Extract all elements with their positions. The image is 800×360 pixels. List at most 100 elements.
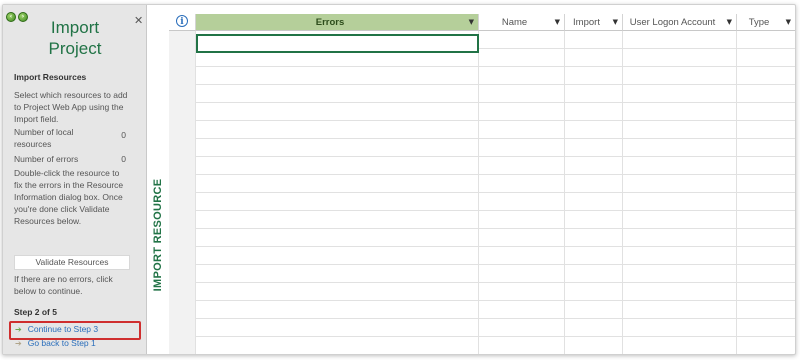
table-cell[interactable] <box>737 175 795 193</box>
table-cell[interactable] <box>196 301 479 319</box>
table-cell[interactable] <box>565 193 623 211</box>
column-header-errors[interactable]: Errors ▼ <box>196 14 479 31</box>
table-cell[interactable] <box>196 121 479 139</box>
table-cell[interactable] <box>565 265 623 283</box>
table-row[interactable] <box>169 139 795 157</box>
table-cell[interactable] <box>623 139 737 157</box>
table-cell[interactable] <box>479 247 565 265</box>
table-cell[interactable] <box>565 67 623 85</box>
table-cell[interactable] <box>737 247 795 265</box>
table-row[interactable] <box>169 193 795 211</box>
dropdown-arrow-icon[interactable]: ▼ <box>613 14 618 31</box>
table-cell[interactable] <box>196 157 479 175</box>
table-cell[interactable] <box>737 265 795 283</box>
table-cell[interactable] <box>479 139 565 157</box>
table-cell[interactable] <box>623 211 737 229</box>
table-cell[interactable] <box>169 49 196 67</box>
table-cell[interactable] <box>623 85 737 103</box>
close-icon[interactable]: ✕ <box>134 14 143 27</box>
continue-step-link[interactable]: ➔ Continue to Step 3 <box>15 324 98 334</box>
table-row[interactable] <box>169 319 795 337</box>
table-cell[interactable] <box>623 247 737 265</box>
table-cell[interactable] <box>737 229 795 247</box>
table-cell[interactable] <box>737 319 795 337</box>
table-row[interactable] <box>169 247 795 265</box>
dropdown-arrow-icon[interactable]: ▼ <box>727 14 732 31</box>
table-cell[interactable] <box>479 121 565 139</box>
table-cell[interactable] <box>623 103 737 121</box>
table-cell[interactable] <box>737 337 795 354</box>
table-cell[interactable] <box>479 157 565 175</box>
table-cell[interactable] <box>565 49 623 67</box>
table-cell[interactable] <box>737 211 795 229</box>
table-cell[interactable] <box>737 31 795 49</box>
table-cell[interactable] <box>565 211 623 229</box>
table-cell[interactable] <box>169 67 196 85</box>
table-cell[interactable] <box>479 67 565 85</box>
table-cell[interactable] <box>479 283 565 301</box>
table-cell[interactable] <box>196 103 479 121</box>
table-row[interactable] <box>169 301 795 319</box>
table-cell[interactable] <box>196 175 479 193</box>
table-row[interactable] <box>169 337 795 354</box>
table-cell[interactable] <box>737 67 795 85</box>
column-header-user-logon-account[interactable]: User Logon Account ▼ <box>623 14 737 31</box>
table-cell[interactable] <box>623 265 737 283</box>
table-row[interactable] <box>169 175 795 193</box>
table-cell[interactable] <box>737 139 795 157</box>
table-cell[interactable] <box>479 103 565 121</box>
table-row[interactable] <box>169 103 795 121</box>
table-cell[interactable] <box>196 85 479 103</box>
table-cell[interactable] <box>169 175 196 193</box>
table-cell[interactable] <box>196 139 479 157</box>
table-row[interactable] <box>169 283 795 301</box>
table-cell[interactable] <box>565 337 623 354</box>
table-cell[interactable] <box>623 121 737 139</box>
table-cell[interactable] <box>737 301 795 319</box>
table-cell[interactable] <box>565 229 623 247</box>
dropdown-arrow-icon[interactable]: ▼ <box>786 14 791 31</box>
table-cell[interactable] <box>479 193 565 211</box>
table-cell[interactable] <box>623 31 737 49</box>
table-cell[interactable] <box>169 265 196 283</box>
table-cell[interactable] <box>623 193 737 211</box>
table-cell[interactable] <box>196 265 479 283</box>
table-cell[interactable] <box>565 247 623 265</box>
table-cell[interactable] <box>196 67 479 85</box>
table-cell[interactable] <box>479 175 565 193</box>
dropdown-arrow-icon[interactable]: ▼ <box>469 14 474 31</box>
table-cell[interactable] <box>169 247 196 265</box>
table-cell[interactable] <box>169 337 196 354</box>
table-cell[interactable] <box>196 193 479 211</box>
table-cell[interactable] <box>169 193 196 211</box>
table-cell[interactable] <box>623 175 737 193</box>
table-cell[interactable] <box>565 85 623 103</box>
column-header-name[interactable]: Name ▼ <box>479 14 565 31</box>
back-arrow-icon[interactable]: ‹ <box>6 12 16 22</box>
table-row[interactable] <box>169 229 795 247</box>
table-cell[interactable] <box>737 49 795 67</box>
table-cell[interactable] <box>565 175 623 193</box>
table-cell[interactable] <box>737 85 795 103</box>
info-icon[interactable]: i <box>176 15 188 27</box>
table-cell[interactable] <box>565 31 623 49</box>
validate-resources-button[interactable]: Validate Resources <box>14 255 130 270</box>
table-cell[interactable] <box>169 139 196 157</box>
table-cell[interactable] <box>479 337 565 354</box>
table-cell[interactable] <box>623 49 737 67</box>
table-cell[interactable] <box>169 31 196 49</box>
table-cell[interactable] <box>565 319 623 337</box>
table-cell[interactable] <box>565 283 623 301</box>
table-row[interactable] <box>169 85 795 103</box>
selected-cell[interactable] <box>196 34 479 53</box>
table-cell[interactable] <box>623 319 737 337</box>
table-cell[interactable] <box>169 85 196 103</box>
table-cell[interactable] <box>623 283 737 301</box>
table-cell[interactable] <box>196 229 479 247</box>
table-cell[interactable] <box>196 211 479 229</box>
table-row[interactable] <box>169 67 795 85</box>
table-cell[interactable] <box>196 283 479 301</box>
table-cell[interactable] <box>479 301 565 319</box>
table-cell[interactable] <box>623 157 737 175</box>
table-row[interactable] <box>169 211 795 229</box>
